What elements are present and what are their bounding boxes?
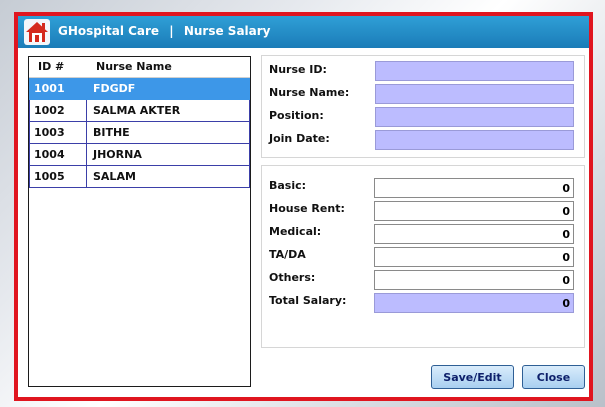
basic-field[interactable] [374,178,574,198]
save-edit-button[interactable]: Save/Edit [431,365,514,389]
join-date-label: Join Date: [269,132,330,145]
window-title: Nurse Salary [183,24,271,38]
column-header-name[interactable]: Nurse Name [96,60,172,73]
column-header-id[interactable]: ID # [38,60,64,73]
basic-label: Basic: [269,179,307,192]
nurse-id-cell: 1001 [34,82,65,95]
ta-da-field[interactable] [374,247,574,267]
position-field[interactable] [375,107,574,127]
join-date-field[interactable] [375,130,574,150]
nurse-info-group: Nurse ID: Nurse Name: Position: Join Dat… [261,55,585,158]
close-button[interactable]: Close [522,365,585,389]
others-label: Others: [269,271,316,284]
column-divider [86,144,87,165]
house-rent-label: House Rent: [269,202,345,215]
nurse-name-cell: SALAM [93,170,136,183]
list-header: ID # Nurse Name [29,57,250,78]
column-divider [86,166,87,187]
nurse-id-cell: 1004 [34,148,65,161]
title-separator: | [169,24,174,38]
house-rent-field[interactable] [374,201,574,221]
nurse-id-field[interactable] [375,61,574,81]
column-divider [86,122,87,143]
table-row[interactable]: 1001 FDGDF [29,78,250,100]
total-salary-field[interactable] [374,293,574,313]
medical-label: Medical: [269,225,322,238]
nurse-salary-window: GHospital Care | Nurse Salary ID # Nurse… [14,12,593,401]
ta-da-label: TA/DA [269,248,306,261]
nurse-id-cell: 1003 [34,126,65,139]
nurse-name-cell: FDGDF [93,82,136,95]
app-name: GHospital Care [58,24,160,38]
position-label: Position: [269,109,324,122]
medical-field[interactable] [374,224,574,244]
total-salary-label: Total Salary: [269,294,347,307]
title-bar: GHospital Care | Nurse Salary [18,16,589,48]
table-row[interactable]: 1003 BITHE [29,122,250,144]
nurse-name-cell: JHORNA [93,148,142,161]
column-divider [86,100,87,121]
column-divider [86,78,87,99]
table-row[interactable]: 1002 SALMA AKTER [29,100,250,122]
salary-group: Basic: House Rent: Medical: TA/DA Others… [261,165,585,348]
others-field[interactable] [374,270,574,290]
nurse-name-cell: BITHE [93,126,130,139]
home-icon [24,19,50,45]
nurse-name-label: Nurse Name: [269,86,350,99]
nurse-id-label: Nurse ID: [269,63,327,76]
nurse-name-cell: SALMA AKTER [93,104,181,117]
nurse-id-cell: 1005 [34,170,65,183]
table-row[interactable]: 1005 SALAM [29,166,250,188]
nurse-list[interactable]: ID # Nurse Name 1001 FDGDF 1002 SALMA AKTER… [28,56,251,387]
table-row[interactable]: 1004 JHORNA [29,144,250,166]
nurse-id-cell: 1002 [34,104,65,117]
nurse-name-field[interactable] [375,84,574,104]
